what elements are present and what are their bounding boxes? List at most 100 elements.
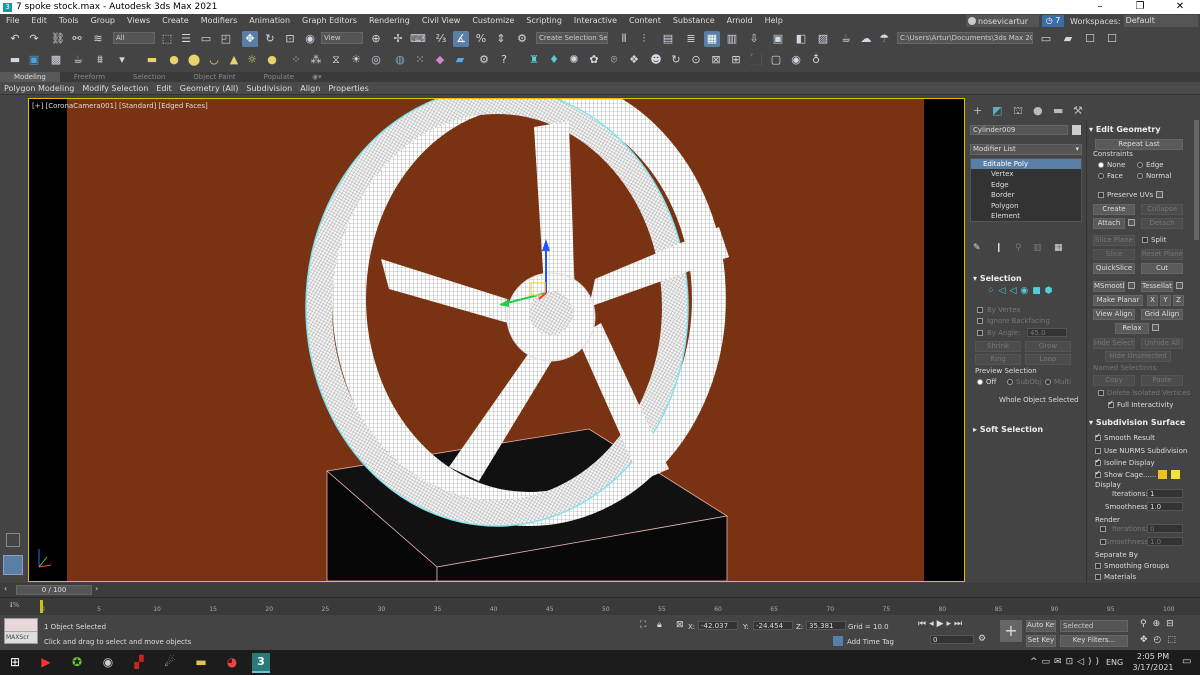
- materials-checkbox[interactable]: [1095, 574, 1101, 580]
- time-config-icon[interactable]: ⚙: [978, 634, 986, 644]
- display-smoothness-spinner[interactable]: 1.0: [1147, 502, 1183, 511]
- cage-color-swatch-1[interactable]: [1158, 470, 1167, 479]
- open-folder-icon[interactable]: ▰: [1060, 31, 1076, 47]
- multi-dots-icon[interactable]: ⁙: [412, 52, 428, 68]
- viewport-layout-icon[interactable]: [3, 555, 23, 575]
- configure-modifier-sets-icon[interactable]: ▦: [1054, 243, 1063, 253]
- keyboard-shortcut-icon[interactable]: ⌨: [410, 31, 426, 47]
- split-checkbox[interactable]: [1142, 237, 1148, 243]
- hierarchy-tab-icon[interactable]: ⛫: [1013, 104, 1023, 119]
- reset-plane-button[interactable]: Reset Plane: [1141, 249, 1183, 260]
- utilities-tab-icon[interactable]: ⚒: [1073, 104, 1083, 117]
- use-nurms-checkbox[interactable]: [1095, 448, 1101, 454]
- menu-edit[interactable]: Edit: [25, 14, 53, 28]
- quickslice-button[interactable]: QuickSlice: [1093, 263, 1135, 274]
- notifications-icon[interactable]: ▭: [1182, 656, 1191, 667]
- geosphere-icon[interactable]: ⬤: [186, 52, 202, 68]
- ribbon-subdivision[interactable]: Subdivision: [242, 84, 296, 93]
- menu-civil-view[interactable]: Civil View: [416, 14, 467, 28]
- collapse-button[interactable]: Collapse: [1141, 204, 1183, 215]
- bind-space-warp-icon[interactable]: ≋: [90, 31, 106, 47]
- corona-sun-icon[interactable]: ✺: [566, 52, 582, 68]
- create-button[interactable]: Create: [1093, 204, 1135, 215]
- viewport-scene[interactable]: [29, 99, 964, 581]
- select-place-icon[interactable]: ◉: [302, 31, 318, 47]
- modify-tab-icon[interactable]: ◩: [992, 104, 1002, 117]
- corona-camera-icon[interactable]: ♦: [546, 52, 562, 68]
- unlink-icon[interactable]: ⚯: [69, 31, 85, 47]
- add-time-tag-label[interactable]: Add Time Tag: [847, 638, 894, 646]
- mirror-icon[interactable]: ⫴: [616, 31, 632, 47]
- time-slider-thumb[interactable]: 0 / 100: [16, 585, 92, 595]
- constraint-face-radio[interactable]: [1098, 173, 1104, 179]
- preserve-uvs-checkbox[interactable]: [1098, 192, 1104, 198]
- ribbon-tab-freeform[interactable]: Freeform: [60, 72, 119, 82]
- preserve-uvs-settings-icon[interactable]: [1156, 191, 1163, 198]
- isolate-selection-icon[interactable]: ⛶: [640, 620, 646, 630]
- menu-content[interactable]: Content: [623, 14, 667, 28]
- dropdown-arrow-icon[interactable]: ▾: [114, 52, 130, 68]
- menu-views[interactable]: Views: [121, 14, 156, 28]
- ribbon-modify-selection[interactable]: Modify Selection: [78, 84, 152, 93]
- layer-explorer-icon[interactable]: ≣: [683, 31, 699, 47]
- stack-item-editable-poly[interactable]: Editable Poly: [971, 159, 1081, 169]
- remove-modifier-icon[interactable]: ▥: [1033, 243, 1042, 253]
- ribbon-geometry-all[interactable]: Geometry (All): [176, 84, 243, 93]
- planar-x-button[interactable]: X: [1147, 295, 1158, 306]
- ribbon-tab-object-paint[interactable]: Object Paint: [179, 72, 249, 82]
- pin-stack-icon[interactable]: ✎: [973, 243, 981, 253]
- selection-lock-icon[interactable]: 🔒︎: [657, 620, 662, 630]
- x-coordinate-field[interactable]: -42.037: [698, 621, 738, 630]
- modifier-list-dropdown[interactable]: Modifier List ▾: [970, 144, 1082, 155]
- app-circle-icon[interactable]: ◉: [99, 653, 117, 671]
- snaps-toggle-icon[interactable]: ⅔: [433, 31, 449, 47]
- object-name-field[interactable]: Cylinder009: [970, 125, 1068, 135]
- planar-y-button[interactable]: Y: [1160, 295, 1171, 306]
- paste-button[interactable]: Paste: [1141, 375, 1183, 386]
- msmooth-settings-icon[interactable]: [1128, 282, 1135, 289]
- extra-toolbar-icon-2[interactable]: ☐: [1104, 31, 1120, 47]
- select-by-name-icon[interactable]: ☰: [178, 31, 194, 47]
- sphere-primitive-icon[interactable]: ●: [166, 52, 182, 68]
- constraint-normal-radio[interactable]: [1137, 173, 1143, 179]
- stack-item-polygon[interactable]: Polygon: [971, 201, 1081, 212]
- viewport-nav-icons-row1[interactable]: ⚲⊕⊟: [1140, 619, 1180, 629]
- relax-settings-icon[interactable]: [1152, 324, 1159, 331]
- unhide-all-button[interactable]: Unhide All: [1141, 338, 1183, 349]
- render-elements-icon[interactable]: ◆: [432, 52, 448, 68]
- extra-toolbar-icon-1[interactable]: ☐: [1082, 31, 1098, 47]
- ribbon-polygon-modeling[interactable]: Polygon Modeling: [0, 84, 78, 93]
- render-iterations-checkbox[interactable]: [1100, 526, 1106, 532]
- preview-multi-radio[interactable]: [1045, 379, 1051, 385]
- render-smoothness-spinner[interactable]: 1.0: [1147, 537, 1183, 546]
- y-coordinate-field[interactable]: -24.454: [753, 621, 793, 630]
- transform-mode-icon[interactable]: ⊠: [676, 620, 684, 630]
- subobject-level-icons[interactable]: ⁘◁◁◉■⬢: [987, 286, 1057, 296]
- render-setup-icon[interactable]: ◧: [793, 31, 809, 47]
- gear-icon[interactable]: ⚙: [476, 52, 492, 68]
- scatter-icon[interactable]: ⁂: [308, 52, 324, 68]
- planar-z-button[interactable]: Z: [1173, 295, 1184, 306]
- spinner-snap-icon[interactable]: ⇕: [493, 31, 509, 47]
- window-crossing-icon[interactable]: ◰: [218, 31, 234, 47]
- render-iterations-spinner[interactable]: 0: [1147, 524, 1183, 533]
- ribbon-tab-selection[interactable]: Selection: [119, 72, 179, 82]
- ribbon-toggle-icon[interactable]: ▦: [704, 31, 720, 47]
- by-angle-checkbox[interactable]: [977, 330, 983, 336]
- 3dsmax-taskbar-icon[interactable]: 3: [252, 653, 270, 671]
- ring-button[interactable]: Ring: [975, 354, 1021, 365]
- create-tab-icon[interactable]: +: [973, 104, 982, 117]
- corona-capture-icon[interactable]: ⊙: [688, 52, 704, 68]
- z-coordinate-field[interactable]: 35.381: [806, 621, 846, 630]
- menu-scripting[interactable]: Scripting: [520, 14, 568, 28]
- edit-named-sets-icon[interactable]: ⚙: [514, 31, 530, 47]
- preview-off-radio[interactable]: [977, 379, 983, 385]
- view-align-button[interactable]: View Align: [1093, 309, 1135, 320]
- constraint-none-radio[interactable]: [1098, 162, 1104, 168]
- image-icon[interactable]: ▩: [48, 52, 64, 68]
- show-end-result-icon[interactable]: ❙: [995, 243, 1003, 253]
- corona-eye-icon[interactable]: ◉: [788, 52, 804, 68]
- maximize-button[interactable]: ❐: [1120, 0, 1160, 14]
- corona-sky-icon[interactable]: ✿: [586, 52, 602, 68]
- toggle-scene-explorer-icon[interactable]: ▤: [660, 31, 676, 47]
